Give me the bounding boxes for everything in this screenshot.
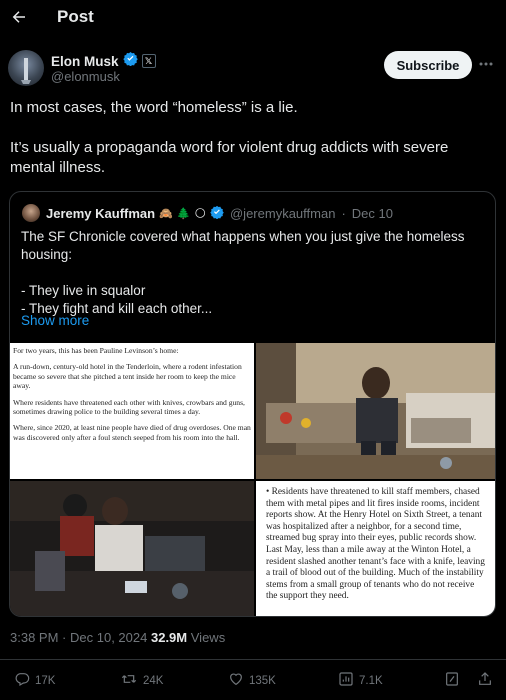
repost-count: 24K bbox=[143, 674, 164, 687]
article-paragraph: Where residents have threatened each oth… bbox=[13, 397, 245, 417]
media-article-clipping-1[interactable]: For two years, this has been Pauline Lev… bbox=[10, 343, 254, 479]
bookmark-button[interactable] bbox=[444, 671, 460, 690]
page-title: Post bbox=[57, 7, 94, 26]
like-count: 135K bbox=[249, 674, 276, 687]
repost-button[interactable]: 24K bbox=[120, 671, 163, 690]
verified-badge-icon bbox=[122, 51, 138, 71]
media-article-clipping-2[interactable]: • Residents have threatened to kill staf… bbox=[256, 481, 495, 616]
heart-icon bbox=[228, 671, 244, 690]
tree-emoji-icon: 🌲 bbox=[176, 207, 191, 220]
post-meta: 3:38 PM · Dec 10, 2024 32.9M Views bbox=[10, 630, 225, 645]
repost-icon bbox=[120, 671, 138, 690]
separator-dot: · bbox=[341, 205, 346, 221]
views-count-action: 7.1K bbox=[359, 674, 383, 687]
moon-emoji-icon: 🌕 bbox=[194, 207, 206, 220]
reply-count: 17K bbox=[35, 674, 56, 687]
author-handle[interactable]: @elonmusk bbox=[51, 69, 120, 84]
share-icon bbox=[477, 671, 493, 690]
reply-button[interactable]: 17K bbox=[14, 671, 55, 690]
author-name[interactable]: Elon Musk bbox=[51, 54, 119, 69]
like-button[interactable]: 135K bbox=[228, 671, 276, 690]
views-label: Views bbox=[190, 630, 226, 645]
post-text: In most cases, the word “homeless” is a … bbox=[10, 98, 490, 198]
quoted-post-text: The SF Chronicle covered what happens wh… bbox=[21, 229, 465, 316]
share-button[interactable] bbox=[477, 671, 493, 690]
divider bbox=[0, 659, 506, 660]
media-grid: For two years, this has been Pauline Lev… bbox=[10, 343, 495, 616]
bookmark-icon bbox=[444, 671, 460, 690]
quoted-post-date: Dec 10 bbox=[351, 205, 393, 221]
reply-icon bbox=[14, 671, 30, 690]
quoted-post[interactable]: Jeremy Kauffman 🙈 🌲 🌕 @jeremykauffman · … bbox=[9, 191, 496, 617]
verified-badge-icon bbox=[210, 205, 224, 222]
article-paragraph: A run-down, century-old hotel in the Ten… bbox=[13, 362, 242, 391]
back-arrow-icon[interactable] bbox=[8, 6, 30, 28]
article-paragraph: Where, since 2020, at least nine people … bbox=[13, 423, 251, 442]
post-time[interactable]: 3:38 PM bbox=[10, 630, 58, 645]
media-photo-tenants[interactable] bbox=[10, 481, 254, 616]
x-affiliation-icon: 𝕏 bbox=[141, 54, 156, 68]
quoted-post-header: Jeremy Kauffman 🙈 🌲 🌕 @jeremykauffman · … bbox=[22, 204, 393, 222]
quoted-author-avatar bbox=[22, 204, 40, 222]
media-photo-room[interactable] bbox=[256, 343, 495, 479]
monkey-emoji-icon: 🙈 bbox=[159, 207, 173, 220]
author-avatar[interactable] bbox=[8, 50, 44, 86]
post-paragraph: It’s usually a propaganda word for viole… bbox=[10, 139, 449, 176]
post-paragraph: In most cases, the word “homeless” is a … bbox=[10, 99, 298, 116]
show-more-link[interactable]: Show more bbox=[21, 313, 89, 328]
article-paragraph: For two years, this has been Pauline Lev… bbox=[13, 346, 179, 355]
views-button[interactable]: 7.1K bbox=[338, 671, 383, 690]
top-bar: Post bbox=[0, 0, 506, 36]
separator-dot: · bbox=[62, 630, 67, 645]
more-options-icon[interactable] bbox=[478, 58, 494, 70]
views-count: 32.9M bbox=[150, 630, 188, 645]
quoted-author-name: Jeremy Kauffman bbox=[46, 205, 156, 221]
quoted-author-handle: @jeremykauffman bbox=[229, 205, 336, 221]
post-date[interactable]: Dec 10, 2024 bbox=[70, 630, 147, 645]
action-bar: 17K 24K 135K 7.1K bbox=[0, 668, 506, 694]
subscribe-button[interactable]: Subscribe bbox=[384, 51, 472, 79]
author-name-row: Elon Musk 𝕏 bbox=[51, 51, 156, 71]
analytics-icon bbox=[338, 671, 354, 690]
